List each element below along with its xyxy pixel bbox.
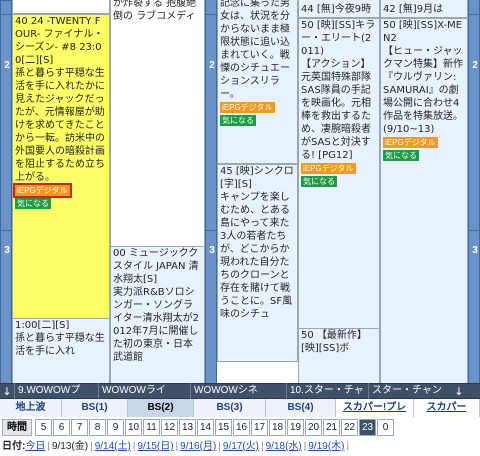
hour-button[interactable]: 9 <box>107 418 124 436</box>
program-description: 【アクション】元英国特殊部隊SAS隊員の手記を映画化。元相棒を救出するため、凄腕… <box>301 59 371 161</box>
hour-button[interactable]: 21 <box>323 418 340 436</box>
tab-skyperfect[interactable]: スカパー <box>414 399 480 417</box>
date-link[interactable]: 9/14(土) <box>95 441 131 452</box>
program-cell[interactable]: 40 24 -TWENTY FOUR- ファイナル・シーズン- #8 23:00… <box>12 14 110 322</box>
hour-button[interactable]: 18 <box>269 418 286 436</box>
hour-button[interactable]: 19 <box>287 418 304 436</box>
hour-column-right: 2 3 <box>468 0 480 383</box>
date-label: 日付: <box>2 441 26 452</box>
hour-button[interactable]: 15 <box>215 418 232 436</box>
program-cell[interactable]: 50 [映][SS]X-MEN2 【ヒュー・ジャックマン特集】新作『ウルヴァリン… <box>380 18 468 383</box>
hour-button[interactable]: 20 <box>305 418 322 436</box>
date-selector: 日付:今日 | 9/13(金) | 9/14(土) | 9/15(日) | 9/16(月) | 9/… <box>2 441 350 452</box>
date-link-today[interactable]: 今日 <box>25 441 45 452</box>
program-cell[interactable]: 42 [無]9月は <box>380 0 468 18</box>
tab-skyperfect-premium[interactable]: スカパー!プレ <box>336 399 414 417</box>
tab-bs4[interactable]: BS(4) <box>266 399 336 417</box>
program-description: 【ヒュー・ジャックマン特集】新作『ウルヴァリン: SAMURAI』の劇場公開に合… <box>383 46 463 135</box>
hour-button[interactable]: 23 <box>359 418 376 436</box>
hour-button[interactable]: 13 <box>179 418 196 436</box>
hour-selector-label: 時間 <box>2 418 32 436</box>
iepg-button[interactable]: iEPGデジタル <box>220 102 275 113</box>
hour-selector: 時間 5 6 7 8 9 10 11 12 13 14 15 16 17 18 19 20 21 22 23 0 <box>0 417 480 437</box>
program-title: 50 [映][SS]X-MEN2 <box>383 20 463 44</box>
program-description: か炸裂する 抱腹絶倒の ラブコメディ <box>113 0 197 22</box>
program-description: キャンプを楽しむため、とある島にやって来た3人の若者たちが、どこからか現われた自… <box>220 192 293 320</box>
tab-terrestrial[interactable]: 地上波 <box>0 399 62 417</box>
broadcast-tabs: 地上波 BS(1) BS(2) BS(3) BS(4) スカパー!プレ スカパー <box>0 399 480 417</box>
program-title: 1:00[二][S] <box>15 320 70 331</box>
program-grid: 2 3 2 3 2 3 40 24 -TWENTY FOUR- ファイナル・シー… <box>0 0 480 383</box>
program-cell[interactable]: か炸裂する 抱腹絶倒の ラブコメディ <box>110 0 205 248</box>
date-link[interactable]: 9/15(日) <box>137 441 173 452</box>
program-title: 00 ミュージッククスタイル JAPAN 清水翔太[S] <box>113 248 199 285</box>
tv-guide-page: { "hour_numbers":["2","3"], "cells":{ "c… <box>0 0 480 456</box>
hour-label: 3 <box>472 245 478 256</box>
program-title: 44 [無]今夜9時 <box>301 4 372 15</box>
hour-button[interactable]: 14 <box>197 418 214 436</box>
hour-button[interactable]: 12 <box>161 418 178 436</box>
program-cell[interactable] <box>12 0 110 14</box>
hour-column-left: 2 3 <box>0 0 13 383</box>
channel-name[interactable]: WOWOWシネ <box>190 383 286 399</box>
channel-name[interactable]: 10.スター・チャ <box>286 383 368 399</box>
program-cell[interactable]: 44 [無]今夜9時 <box>298 0 380 18</box>
hour-button[interactable]: 8 <box>89 418 106 436</box>
hour-label: 2 <box>472 60 478 71</box>
arrow-down-icon[interactable]: ↓ <box>0 385 14 398</box>
favorite-button[interactable]: 気になる <box>220 115 256 126</box>
hour-button[interactable]: 7 <box>71 418 88 436</box>
program-title: 50 [映][SS]キラー・エリート(2011) <box>301 20 376 57</box>
hour-button[interactable]: 11 <box>143 418 160 436</box>
program-cell[interactable]: 00 ミュージッククスタイル JAPAN 清水翔太[S] 実力派R&Bソロシンガ… <box>110 246 205 383</box>
channel-name[interactable]: 9.WOWOWプ <box>14 383 98 399</box>
program-description: 記念に集った男女は、状況を分からないまま極限状態に追い込まれていく。戦慄のシチュ… <box>220 0 290 100</box>
program-cell[interactable]: 50 【最新作】[映][SS]ボ <box>298 328 380 383</box>
program-cell[interactable]: 1:00[二][S] 孫と暮らす平穏な生活を手に入れ <box>12 318 110 383</box>
tab-bs3[interactable]: BS(3) <box>194 399 266 417</box>
hour-button[interactable]: 17 <box>251 418 268 436</box>
program-description: 孫と暮らす平穏な生活を手に入れ <box>15 333 105 357</box>
favorite-button[interactable]: 気になる <box>301 176 337 187</box>
program-cell[interactable]: 45 [映]シンクロ[字][S] キャンプを楽しむため、とある島にやって来た3人… <box>217 164 298 362</box>
hour-button[interactable]: 6 <box>53 418 70 436</box>
date-link[interactable]: 9/16(月) <box>180 441 216 452</box>
channel-name[interactable]: スター・チャン <box>368 383 452 399</box>
arrow-down-icon[interactable]: ↓ <box>452 385 466 398</box>
program-cell[interactable]: 50 [映][SS]キラー・エリート(2011) 【アクション】元英国特殊部隊S… <box>298 18 380 330</box>
hour-button[interactable]: 22 <box>341 418 358 436</box>
date-link[interactable]: 9/19(木) <box>308 441 344 452</box>
channel-bar: ↓ 9.WOWOWプ WOWOWライ WOWOWシネ 10.スター・チャ スター… <box>0 383 480 399</box>
hour-button[interactable]: 5 <box>35 418 52 436</box>
tab-bs1[interactable]: BS(1) <box>62 399 128 417</box>
program-cell[interactable]: 記念に集った男女は、状況を分からないまま極限状態に追い込まれていく。戦慄のシチュ… <box>217 0 298 164</box>
hour-button[interactable]: 0 <box>377 418 394 436</box>
tab-bs2[interactable]: BS(2) <box>128 399 194 417</box>
iepg-button[interactable]: iEPGデジタル <box>383 137 438 148</box>
iepg-button[interactable]: iEPGデジタル <box>301 163 356 174</box>
program-description: 孫と暮らす平穏な生活を手に入れたかに見えたジャックだったが、元情報屋が助けを求め… <box>15 68 105 183</box>
program-title: 42 [無]9月は <box>383 4 444 15</box>
date-link[interactable]: 9/18(水) <box>266 441 302 452</box>
hour-column-mid: 2 3 <box>205 0 218 383</box>
channel-name[interactable]: WOWOWライ <box>98 383 190 399</box>
program-title: 50 【最新作】[映][SS]ボ <box>301 330 367 354</box>
hour-button[interactable]: 10 <box>125 418 142 436</box>
program-title: 45 [映]シンクロ[字][S] <box>220 166 294 190</box>
date-link[interactable]: 9/17(火) <box>223 441 259 452</box>
iepg-button[interactable]: iEPGデジタル <box>13 183 72 198</box>
hour-list: 5 6 7 8 9 10 11 12 13 14 15 16 17 18 19 20 21 22 23 0 <box>35 418 395 436</box>
hour-button[interactable]: 16 <box>233 418 250 436</box>
favorite-button[interactable]: 気になる <box>15 198 51 209</box>
program-description: 実力派R&Bソロシンガー・ソングライター清水翔太が2012年7月に開催した初の東… <box>113 287 199 363</box>
favorite-button[interactable]: 気になる <box>383 150 419 161</box>
program-title: 40 24 -TWENTY FOUR- ファイナル・シーズン- #8 23:00… <box>15 16 104 66</box>
date-current: 9/13(金) <box>51 441 89 452</box>
